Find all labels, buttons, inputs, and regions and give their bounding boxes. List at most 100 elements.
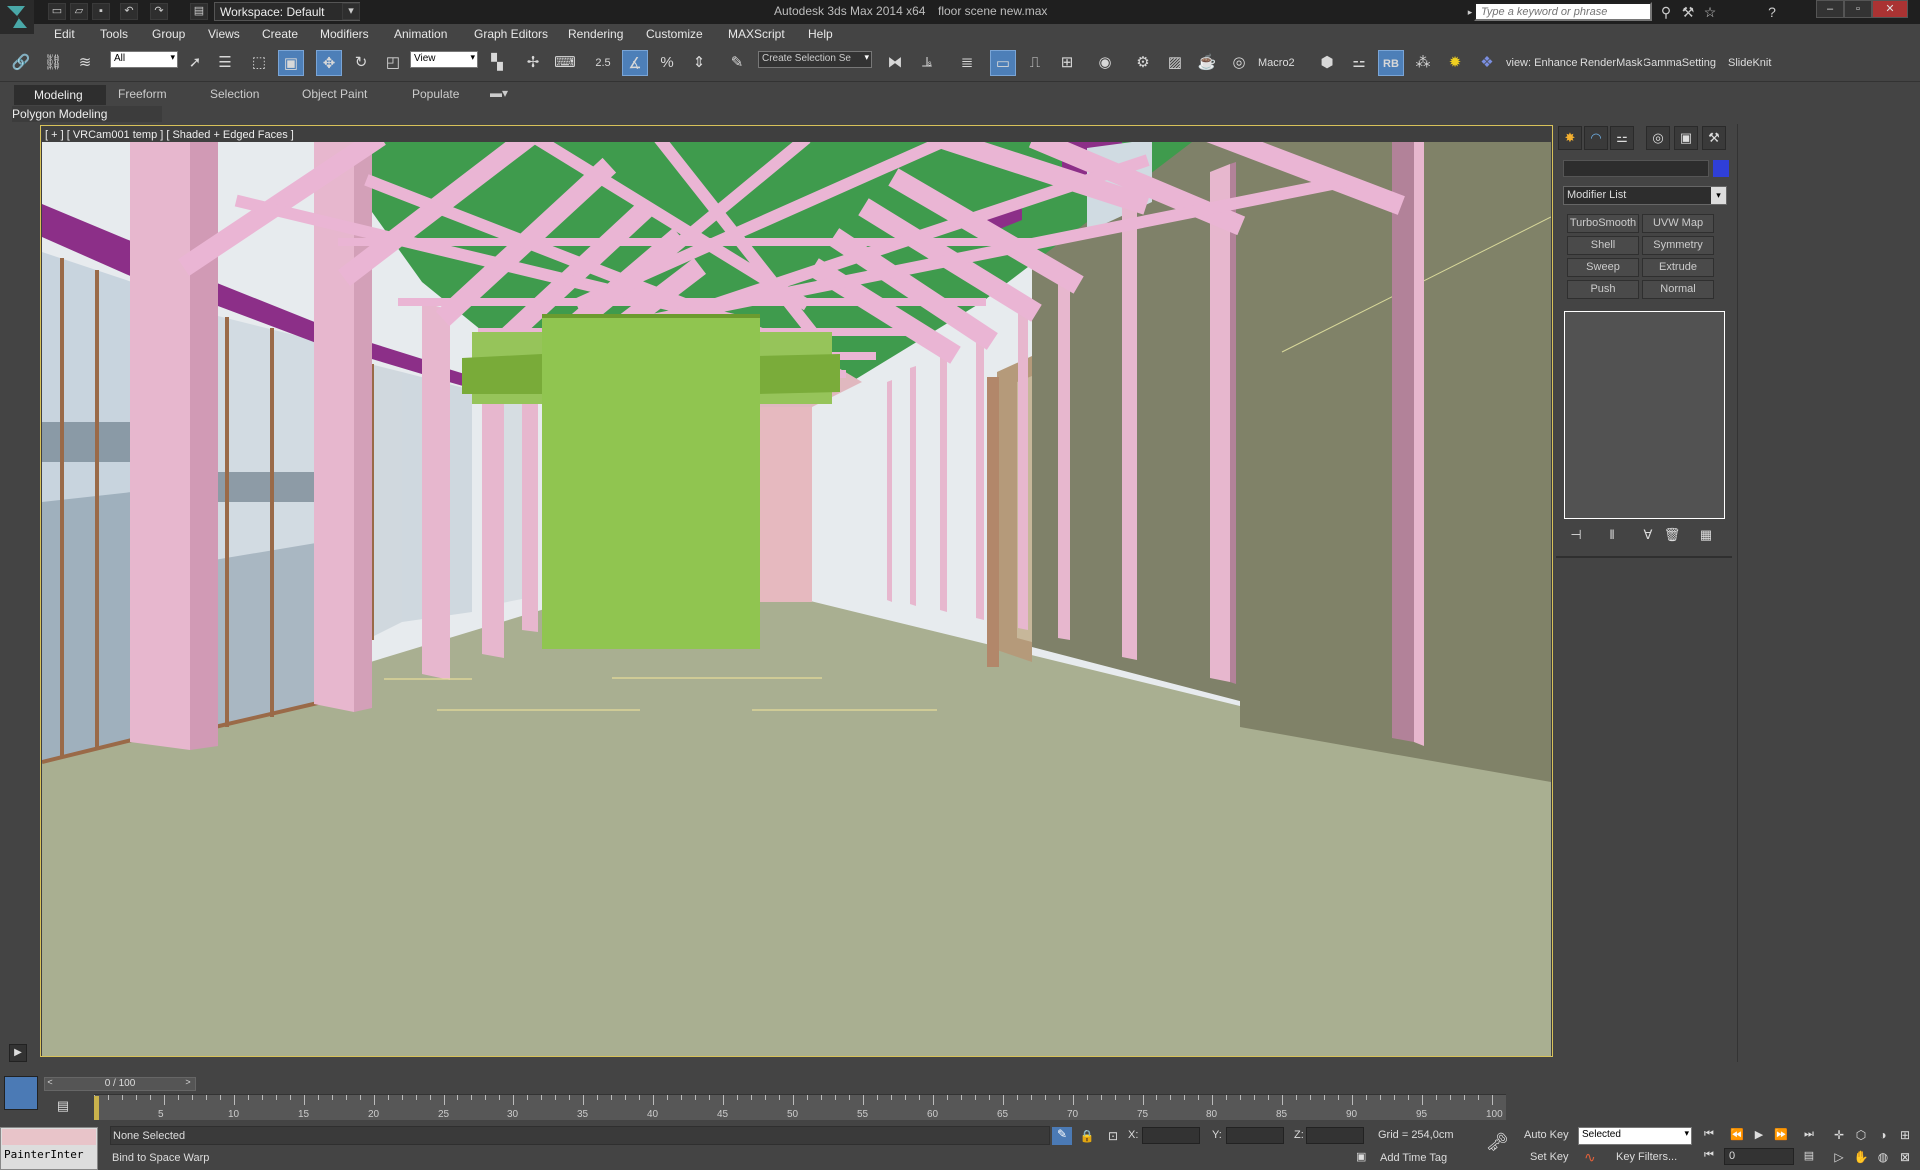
menu-animation[interactable]: Animation <box>394 27 447 41</box>
schematic-view-icon[interactable]: ⊞ <box>1054 50 1080 76</box>
tab-object-paint[interactable]: Object Paint <box>302 87 367 101</box>
render-production-icon[interactable]: ☕ <box>1194 50 1220 76</box>
selection-lock-icon[interactable]: 🔒 <box>1078 1127 1096 1145</box>
current-frame-field[interactable]: 0 <box>1724 1148 1794 1165</box>
previous-frame-icon[interactable]: ⏪ <box>1728 1128 1746 1144</box>
menu-views[interactable]: Views <box>208 27 240 41</box>
isolate-selection-icon[interactable]: ✎ <box>1052 1127 1072 1145</box>
show-end-result-icon[interactable]: ‖ <box>1602 527 1622 545</box>
normal-button[interactable]: Normal <box>1642 280 1714 299</box>
unlink-icon[interactable]: ⛓ <box>40 50 66 76</box>
layer-manager-icon[interactable]: ≣ <box>954 50 980 76</box>
remove-modifier-icon[interactable]: 🗑 <box>1662 527 1682 545</box>
orbit-camera-icon[interactable]: ◍ <box>1874 1150 1892 1166</box>
snaps-toggle-icon[interactable]: 2.5 <box>590 50 616 76</box>
time-slider-prev-icon[interactable]: < <box>44 1077 56 1091</box>
z-coordinate-field[interactable] <box>1306 1127 1364 1144</box>
menu-create[interactable]: Create <box>262 27 298 41</box>
viewport-3d-scene[interactable] <box>42 142 1551 1056</box>
set-keys-key-icon[interactable]: 🗝 <box>1486 1132 1509 1153</box>
select-and-move-icon[interactable]: ✥ <box>316 50 342 76</box>
make-unique-icon[interactable]: ∀ <box>1638 527 1658 545</box>
dopesheet-toggle-icon[interactable]: ▤ <box>52 1098 74 1116</box>
menu-edit[interactable]: Edit <box>54 27 75 41</box>
help-icon[interactable]: ? <box>1762 3 1782 21</box>
expand-arrow-icon[interactable]: ▶ <box>9 1044 27 1062</box>
x-coordinate-field[interactable] <box>1142 1127 1200 1144</box>
spinner-snap-icon[interactable]: ⇕ <box>686 50 712 76</box>
new-file-icon[interactable]: ▭ <box>48 3 66 20</box>
star-icon[interactable]: ☆ <box>1700 3 1720 21</box>
keyboard-shortcut-override-icon[interactable]: ⌨ <box>552 50 578 76</box>
workspace-arrow-icon[interactable]: ▾ <box>342 3 360 20</box>
script-gamma-setting[interactable]: GammaSetting: <box>1644 57 1716 69</box>
viewport-label[interactable]: [ + ] [ VRCam001 temp ] [ Shaded + Edged… <box>45 129 294 141</box>
ribbon-options-icon[interactable]: ▬▾ <box>490 86 508 100</box>
display-tab-icon[interactable]: ▣ <box>1674 126 1698 150</box>
select-and-rotate-icon[interactable]: ↻ <box>348 50 374 76</box>
time-tag-icon[interactable]: ▣ <box>1356 1150 1372 1166</box>
y-coordinate-field[interactable] <box>1226 1127 1284 1144</box>
undo-icon[interactable]: ↶ <box>120 3 138 20</box>
tab-modeling[interactable]: Modeling <box>14 85 106 105</box>
reference-coordinate-dropdown[interactable]: View ▾ <box>410 51 478 68</box>
set-key-button[interactable]: Set Key <box>1530 1151 1569 1163</box>
communication-center-icon[interactable]: ⚒ <box>1678 3 1698 21</box>
uvw-map-button[interactable]: UVW Map <box>1642 214 1714 233</box>
particle-tool-icon[interactable]: ⁂ <box>1410 50 1436 76</box>
curve-editor-icon[interactable]: ⎍ <box>1022 50 1048 76</box>
minimize-button[interactable]: – <box>1816 0 1844 18</box>
polygon-modeling-panel[interactable]: Polygon Modeling <box>12 106 162 122</box>
pan-icon[interactable]: ✋ <box>1852 1150 1870 1166</box>
maximize-button[interactable]: ▫ <box>1844 0 1872 18</box>
named-selection-sets-dropdown[interactable]: Create Selection Se ▾ <box>758 51 872 68</box>
box-tool-icon[interactable]: ⬢ <box>1314 50 1340 76</box>
hierarchy-tab-icon[interactable]: ⚍ <box>1610 126 1634 150</box>
tab-selection[interactable]: Selection <box>210 87 259 101</box>
rendered-frame-window-icon[interactable]: ▨ <box>1162 50 1188 76</box>
graphite-toggle-icon[interactable]: ▭ <box>990 50 1016 76</box>
sweep-button[interactable]: Sweep <box>1567 258 1639 277</box>
search-input[interactable] <box>1474 2 1652 21</box>
next-frame-icon[interactable]: ⏩ <box>1772 1128 1790 1144</box>
bind-space-warp-icon[interactable]: ≋ <box>72 50 98 76</box>
project-folder-icon[interactable]: ▤ <box>190 3 208 20</box>
open-file-icon[interactable]: ▱ <box>70 3 88 20</box>
menu-modifiers[interactable]: Modifiers <box>320 27 369 41</box>
enhance-view-icon[interactable]: ❖ <box>1474 50 1500 76</box>
pin-stack-icon[interactable]: ⊣ <box>1566 527 1586 545</box>
close-button[interactable]: ✕ <box>1872 0 1908 18</box>
menu-help[interactable]: Help <box>808 27 833 41</box>
tab-populate[interactable]: Populate <box>412 87 459 101</box>
sun-light-icon[interactable]: ✹ <box>1442 50 1468 76</box>
turbosmooth-button[interactable]: TurboSmooth <box>1567 214 1639 233</box>
modifier-list-dropdown[interactable]: Modifier List <box>1563 186 1727 205</box>
play-icon[interactable]: ▶ <box>1750 1128 1768 1144</box>
time-slider-next-icon[interactable]: > <box>182 1077 194 1091</box>
manipulate-icon[interactable]: ✢ <box>520 50 546 76</box>
menu-maxscript[interactable]: MAXScript <box>728 27 785 41</box>
select-object-icon[interactable]: ➚ <box>182 50 208 76</box>
rb-button[interactable]: RB <box>1378 50 1404 76</box>
key-mode-toggle-icon[interactable]: ⏮ <box>1700 1149 1718 1165</box>
add-time-tag[interactable]: Add Time Tag <box>1380 1152 1447 1164</box>
mini-listener-icon[interactable] <box>4 1076 38 1110</box>
orbit-icon[interactable]: ⊞ <box>1896 1128 1914 1144</box>
selection-filter-dropdown[interactable]: All ▾ <box>110 51 178 68</box>
zoom-extents-icon[interactable]: ◑ <box>1874 1128 1892 1144</box>
workspace-dropdown[interactable]: Workspace: Default ▾ <box>214 2 360 21</box>
object-name-field[interactable] <box>1563 160 1709 177</box>
binoculars-icon[interactable]: ⚲ <box>1656 3 1676 21</box>
field-of-view-icon[interactable]: ▷ <box>1830 1150 1848 1166</box>
modify-tab-icon[interactable]: ◠ <box>1584 126 1608 150</box>
redo-icon[interactable]: ↷ <box>150 3 168 20</box>
hierarchy-tool-icon[interactable]: ⚍ <box>1346 50 1372 76</box>
modifier-stack[interactable] <box>1564 311 1725 519</box>
select-by-name-icon[interactable]: ☰ <box>212 50 238 76</box>
percent-snap-icon[interactable]: % <box>654 50 680 76</box>
absolute-relative-icon[interactable]: ⊡ <box>1104 1127 1122 1145</box>
window-crossing-icon[interactable]: ▣ <box>278 50 304 76</box>
script-slideknit[interactable]: SlideKnit <box>1728 57 1771 69</box>
utilities-tab-icon[interactable]: ⚒ <box>1702 126 1726 150</box>
material-editor-icon[interactable]: ◉ <box>1092 50 1118 76</box>
